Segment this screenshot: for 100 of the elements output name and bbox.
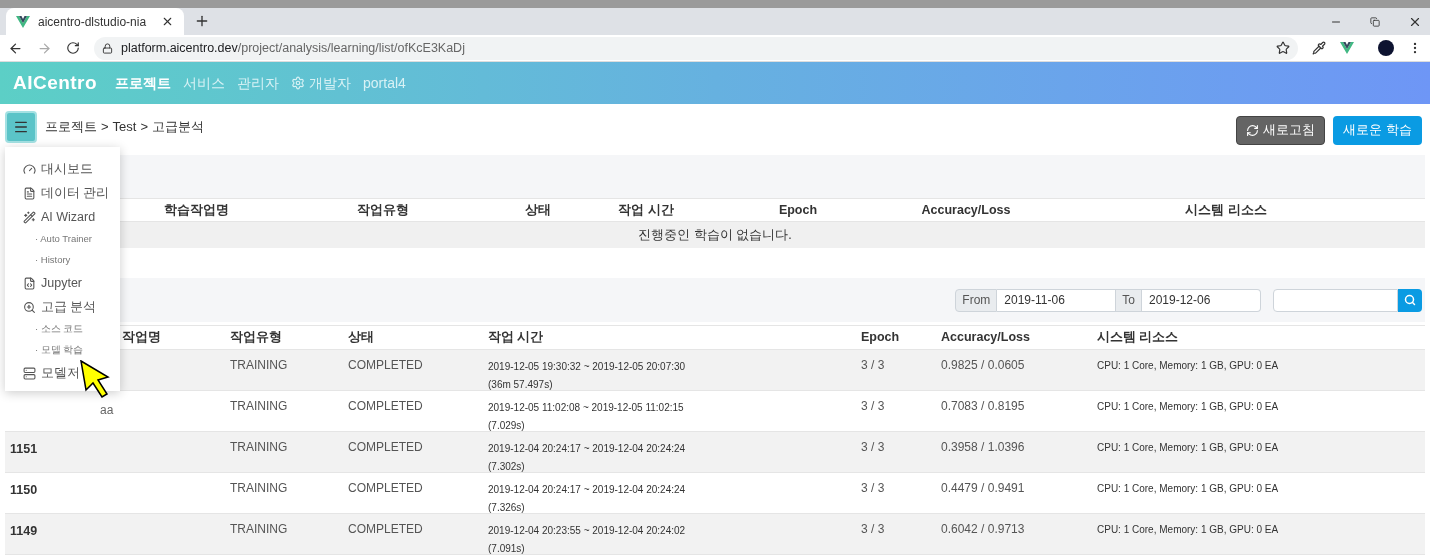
table-cell: 0.6042 / 0.9713 [941, 522, 1025, 536]
table-cell-text: (7.091s) [488, 542, 525, 556]
table-cell: COMPLETED [348, 522, 423, 536]
notebook-icon [23, 276, 36, 290]
search-icon [1404, 294, 1416, 306]
url-text: platform.aicentro.dev/project/analysis/learning/list/ofKcE3KaDj [121, 39, 466, 57]
new-tab-icon[interactable] [194, 13, 210, 29]
magic-wand-icon [23, 210, 36, 224]
browser-tab[interactable]: aicentro-dlstudio-nia [6, 8, 184, 35]
table-cell: COMPLETED [348, 399, 423, 413]
table-cell: 0.7083 / 0.8195 [941, 399, 1025, 413]
table-cell: 3 / 3 [861, 399, 885, 413]
column-header: 상태 [348, 330, 374, 345]
submenu-item[interactable]: · History [23, 250, 120, 271]
from-date-field[interactable]: 2019-11-06 [997, 288, 1116, 312]
vue-logo-icon [16, 15, 30, 28]
submenu-item[interactable]: · Auto Trainer [23, 229, 120, 250]
table-cell: 0.4479 / 0.9491 [941, 481, 1025, 495]
table-cell: TRAINING [230, 358, 288, 372]
bookmark-star-icon[interactable] [1276, 41, 1290, 55]
eyedropper-icon[interactable] [1312, 41, 1326, 55]
back-icon[interactable] [8, 40, 23, 56]
table-cell: COMPLETED [348, 440, 423, 454]
submenu-item[interactable]: · 모델 학습 [23, 340, 120, 361]
to-date-field[interactable]: 2019-12-06 [1142, 288, 1261, 312]
table-cell: TRAINING [230, 522, 288, 536]
menu-item[interactable]: AI Wizard [23, 205, 120, 229]
table-cell: TRAINING [230, 399, 288, 413]
table-cell: CPU: 1 Core, Memory: 1 GB, GPU: 0 EA [1097, 442, 1279, 453]
column-header: 시스템 리소스 [1097, 330, 1179, 345]
table-cell-text: (7.326s) [488, 501, 525, 515]
magnifier-icon [23, 300, 36, 314]
breadcrumb-item[interactable]: Test [112, 117, 137, 137]
mouse-pointer-icon [80, 360, 110, 398]
breadcrumb-separator: > [140, 118, 149, 137]
table-cell: 0.9825 / 0.0605 [941, 358, 1025, 372]
table-cell-text: (36m 57.497s) [488, 378, 553, 392]
table-cell: TRAINING [230, 481, 288, 495]
table-cell: 0.3958 / 1.0396 [941, 440, 1025, 454]
vue-extension-icon [1340, 42, 1354, 54]
table-cell-text: 2019-12-05 19:30:32 ~ 2019-12-05 20:07:30 [488, 360, 686, 374]
search-field[interactable] [1273, 288, 1398, 312]
table-cell: 3 / 3 [861, 440, 885, 454]
sidebar-toggle-button[interactable] [5, 111, 37, 143]
column-header: Accuracy/Loss [921, 202, 1011, 217]
table-cell-text: 2019-12-05 11:02:08 ~ 2019-12-05 11:02:15 [488, 401, 684, 415]
table-cell: CPU: 1 Core, Memory: 1 GB, GPU: 0 EA [1097, 401, 1279, 412]
menu-item[interactable]: 데이터 관리 [23, 181, 120, 205]
close-window-icon[interactable] [1408, 15, 1422, 29]
to-label: To [1115, 288, 1142, 312]
restore-icon[interactable] [1370, 17, 1380, 27]
gear-icon [291, 76, 306, 90]
menu-icon [13, 119, 29, 135]
column-header: 작업 시간 [618, 202, 674, 217]
document-icon [23, 186, 36, 200]
table-cell: 3 / 3 [861, 358, 885, 372]
column-header: 상태 [525, 202, 551, 217]
breadcrumb-separator: > [101, 118, 109, 137]
gauge-icon [23, 162, 36, 176]
column-header: Epoch [861, 330, 900, 345]
profile-avatar[interactable] [1378, 40, 1394, 56]
column-header: 작업명 [122, 330, 161, 345]
column-header: 작업 시간 [488, 330, 544, 345]
table-cell: 1149 [10, 524, 38, 538]
submenu-item[interactable]: · 소스 코드 [23, 319, 120, 340]
table-cell: COMPLETED [348, 481, 423, 495]
breadcrumb-item[interactable]: 프로젝트 [45, 117, 97, 137]
table-cell: CPU: 1 Core, Memory: 1 GB, GPU: 0 EA [1097, 360, 1279, 371]
menu-item[interactable]: 대시보드 [23, 157, 120, 181]
refresh-button[interactable]: 새로고침 [1236, 115, 1326, 145]
table-cell: 1151 [10, 442, 38, 456]
breadcrumb-item[interactable]: 고급분석 [152, 117, 205, 137]
table-cell: CPU: 1 Core, Memory: 1 GB, GPU: 0 EA [1097, 483, 1279, 494]
column-header: 작업유형 [230, 330, 282, 345]
table-cell: 3 / 3 [861, 481, 885, 495]
column-header: 작업유형 [357, 202, 409, 217]
column-header: Accuracy/Loss [941, 330, 1030, 345]
table-cell-text: 2019-12-04 20:24:17 ~ 2019-12-04 20:24:24 [488, 483, 686, 497]
close-tab-icon[interactable] [161, 15, 174, 28]
table-cell-text: 2019-12-04 20:23:55 ~ 2019-12-04 20:24:02 [488, 524, 686, 538]
search-button[interactable] [1398, 288, 1422, 312]
reload-icon[interactable] [66, 41, 80, 55]
table-cell: aa [100, 403, 114, 417]
tab-title: aicentro-dlstudio-nia [38, 13, 148, 31]
column-header: 학습작업명 [163, 202, 229, 217]
table-cell-text: (7.302s) [488, 460, 525, 474]
from-label: From [955, 288, 998, 312]
column-header: 시스템 리소스 [1185, 202, 1267, 217]
address-bar[interactable]: platform.aicentro.dev/project/analysis/learning/list/ofKcE3KaDj [94, 36, 1298, 60]
table-cell: 3 / 3 [861, 522, 885, 536]
table-cell: COMPLETED [348, 358, 423, 372]
lock-icon [102, 42, 113, 54]
menu-item[interactable]: 고급 분석 [23, 295, 120, 319]
table-cell: CPU: 1 Core, Memory: 1 GB, GPU: 0 EA [1097, 524, 1279, 535]
menu-item[interactable]: 모델저 [23, 361, 120, 385]
table-cell: 1150 [10, 483, 38, 497]
menu-item[interactable]: Jupyter [23, 271, 120, 295]
table-cell-text: 2019-12-04 20:24:17 ~ 2019-12-04 20:24:24 [488, 442, 686, 456]
column-header: Epoch [778, 202, 818, 217]
empty-message: 진행중인 학습이 없습니다. [638, 226, 792, 244]
